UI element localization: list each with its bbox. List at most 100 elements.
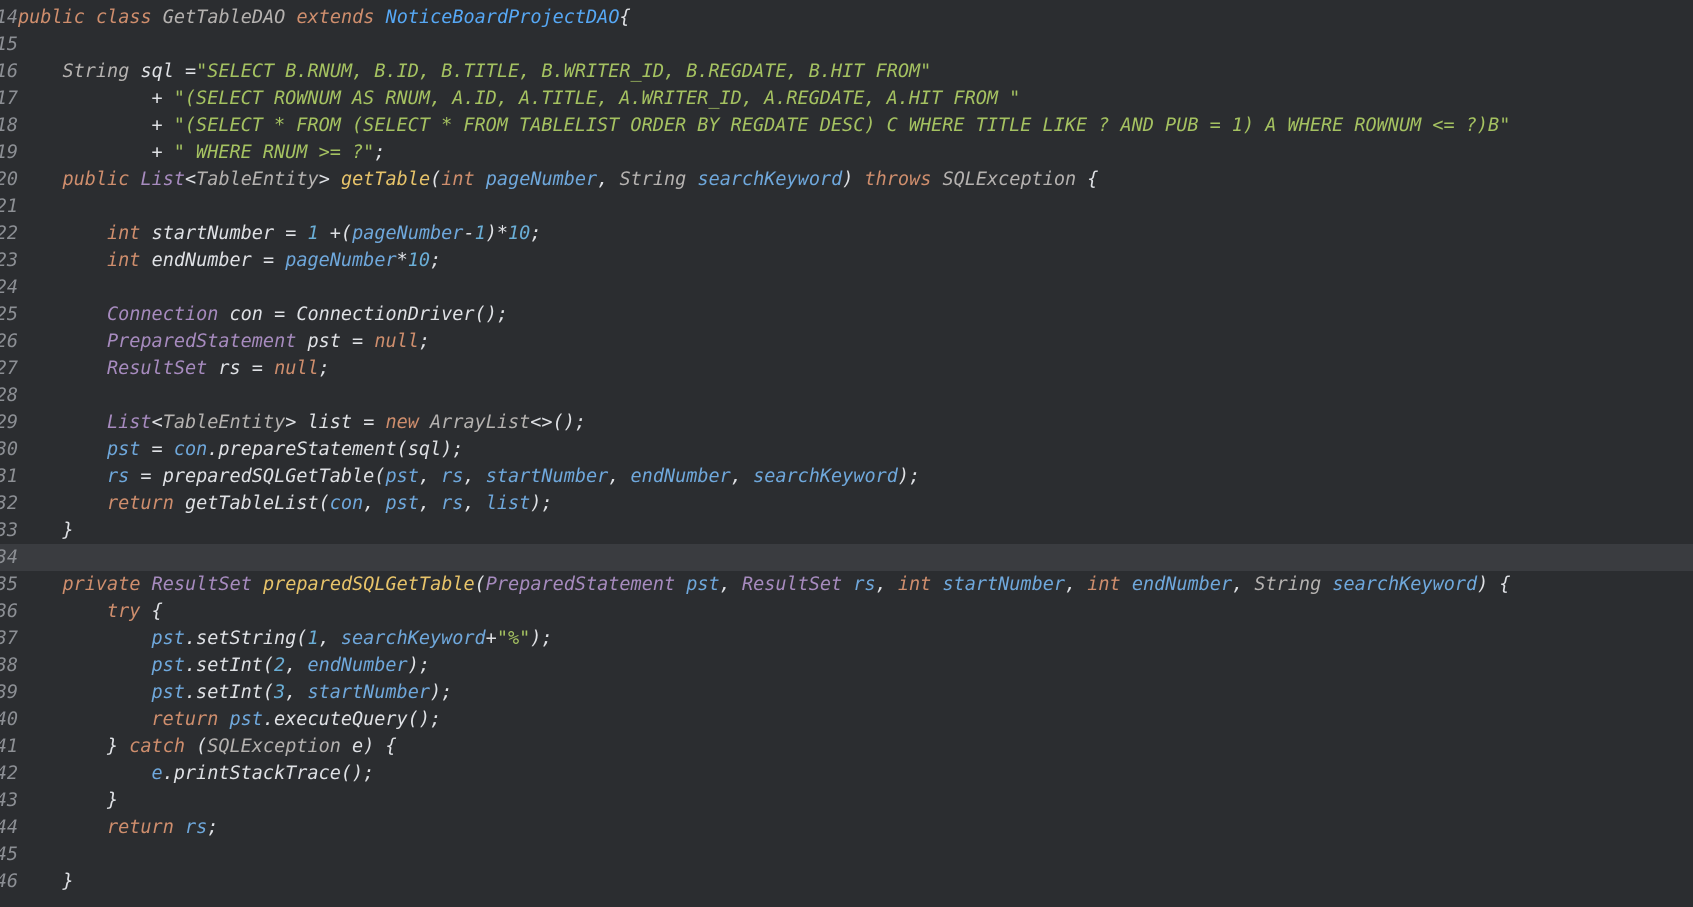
code-token: TableEntity	[162, 412, 286, 433]
line-number: 26	[0, 331, 18, 352]
code-line[interactable]: 17 + "(SELECT ROWNUM AS RNUM, A.ID, A.TIT…	[0, 85, 1693, 112]
code-line[interactable]: 23 int endNumber = pageNumber*10;	[0, 247, 1693, 274]
line-number: 31	[0, 466, 18, 487]
line-number: 15	[0, 34, 18, 55]
code-line[interactable]: 39 pst.setInt(3, startNumber);	[0, 679, 1693, 706]
code-token: ,	[730, 466, 754, 487]
line-number: 14	[0, 7, 18, 28]
code-token: ,	[875, 574, 898, 595]
code-line[interactable]: 20 public List<TableEntity> getTable(int …	[0, 166, 1693, 193]
code-token: endNumber	[630, 466, 731, 487]
code-token: <	[151, 412, 163, 433]
code-token: throws	[864, 169, 943, 190]
code-text: public List<TableEntity> getTable(int pa…	[63, 166, 1099, 193]
code-token: (	[430, 169, 442, 190]
code-token: }	[107, 790, 119, 811]
code-token: catch	[129, 736, 197, 757]
code-token: NoticeBoardProjectDAO	[385, 7, 620, 28]
code-token: ResultSet	[107, 358, 219, 379]
line-number: 34	[0, 547, 18, 568]
line-number: 30	[0, 439, 18, 460]
code-line[interactable]: 14public class GetTableDAO extends Notic…	[0, 4, 1693, 31]
code-token: "(SELECT ROWNUM AS RNUM, A.ID, A.TITLE, …	[173, 88, 1021, 109]
line-number: 32	[0, 493, 18, 514]
code-token: try	[107, 601, 152, 622]
code-token: );	[429, 682, 453, 703]
code-line[interactable]: 24	[0, 274, 1693, 301]
code-token: ;	[418, 331, 431, 352]
code-token: ,	[1065, 574, 1088, 595]
code-line[interactable]: 33}	[0, 517, 1693, 544]
code-token: =	[140, 439, 174, 460]
code-token: endNumber	[1131, 574, 1233, 595]
code-line[interactable]: 16 String sql ="SELECT B.RNUM, B.ID, B.TI…	[0, 58, 1693, 85]
line-number: 16	[0, 61, 18, 82]
code-line[interactable]: 30 pst = con.prepareStatement(sql);	[0, 436, 1693, 463]
line-number: 23	[0, 250, 18, 271]
code-line[interactable]: 43}	[0, 787, 1693, 814]
code-line[interactable]: 37 pst.setString(1, searchKeyword+"%");	[0, 625, 1693, 652]
code-token: )*	[485, 223, 509, 244]
code-line[interactable]: 32 return getTableList(con, pst, rs, list…	[0, 490, 1693, 517]
code-token: {	[619, 7, 631, 28]
code-token: startNumber	[942, 574, 1065, 595]
line-number: 35	[0, 574, 18, 595]
code-line[interactable]: 38 pst.setInt(2, endNumber);	[0, 652, 1693, 679]
code-token: pst	[151, 628, 185, 649]
code-token: .prepareStatement(sql);	[207, 439, 464, 460]
code-token: return	[107, 817, 185, 838]
code-line[interactable]: 44 return rs;	[0, 814, 1693, 841]
code-text: try {	[107, 598, 163, 625]
code-token: rs	[184, 817, 208, 838]
code-token: > list =	[285, 412, 386, 433]
line-number: 19	[0, 142, 18, 163]
code-text: }	[107, 787, 118, 814]
code-token: Connection	[107, 304, 230, 325]
code-line[interactable]: 27 ResultSet rs = null;	[0, 355, 1693, 382]
code-line[interactable]: 35 private ResultSet preparedSQLGetTable(…	[0, 571, 1693, 598]
code-line[interactable]: 45	[0, 841, 1693, 868]
code-line[interactable]: 25 Connection con = ConnectionDriver();	[0, 301, 1693, 328]
code-token: list	[485, 493, 531, 514]
code-line[interactable]: 46}	[0, 868, 1693, 895]
code-line[interactable]: 18 + "(SELECT * FROM (SELECT * FROM TABLE…	[0, 112, 1693, 139]
code-text: pst.setInt(3, startNumber);	[152, 679, 453, 706]
code-editor[interactable]: 14public class GetTableDAO extends Notic…	[0, 4, 1693, 907]
code-line[interactable]: 19 + " WHERE RNUM >= ?";	[0, 139, 1693, 166]
code-text: e.printStackTrace();	[152, 760, 375, 787]
code-token: ,	[285, 655, 308, 676]
code-token: ,	[463, 493, 486, 514]
line-number: 44	[0, 817, 18, 838]
code-token: TableEntity	[196, 169, 319, 190]
code-line[interactable]: 42 e.printStackTrace();	[0, 760, 1693, 787]
code-token: ,	[597, 169, 620, 190]
code-token: pageNumber	[485, 169, 598, 190]
code-token: searchKeyword	[753, 466, 898, 487]
code-line[interactable]: 15	[0, 31, 1693, 58]
code-line[interactable]: 21	[0, 193, 1693, 220]
code-token: PreparedStatement	[485, 574, 687, 595]
code-text: rs = preparedSQLGetTable(pst, rs, startN…	[107, 463, 920, 490]
code-token: 2	[274, 655, 286, 676]
code-line[interactable]: 28	[0, 382, 1693, 409]
code-line[interactable]: 29 List<TableEntity> list = new ArrayList…	[0, 409, 1693, 436]
code-token: );	[530, 493, 553, 514]
code-token: ResultSet	[151, 574, 263, 595]
code-token: " WHERE RNUM >= ?"	[173, 142, 375, 163]
code-line[interactable]: 34	[0, 544, 1693, 571]
code-line[interactable]: 40 return pst.executeQuery();	[0, 706, 1693, 733]
code-token: return	[107, 493, 185, 514]
code-token: GetTableDAO	[162, 7, 297, 28]
code-text: int endNumber = pageNumber*10;	[107, 247, 441, 274]
code-text: Connection con = ConnectionDriver();	[107, 301, 508, 328]
code-token: ,	[318, 628, 341, 649]
code-token: new	[385, 412, 431, 433]
code-token: SQLException	[207, 736, 353, 757]
code-line[interactable]: 22int startNumber = 1 +(pageNumber-1)*10…	[0, 220, 1693, 247]
code-line[interactable]: 36 try {	[0, 598, 1693, 625]
code-line[interactable]: 31 rs = preparedSQLGetTable(pst, rs, star…	[0, 463, 1693, 490]
line-number: 39	[0, 682, 18, 703]
code-line[interactable]: 41} catch (SQLException e) {	[0, 733, 1693, 760]
line-number: 36	[0, 601, 18, 622]
code-line[interactable]: 26 PreparedStatement pst = null;	[0, 328, 1693, 355]
